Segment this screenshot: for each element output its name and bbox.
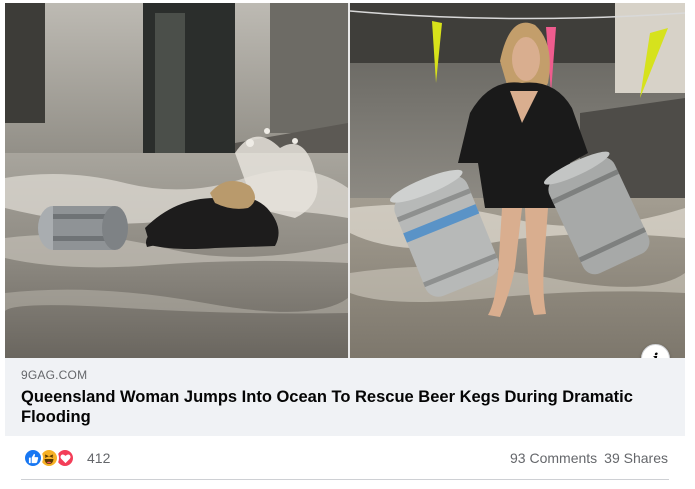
divider bbox=[21, 479, 669, 480]
shares-count[interactable]: 39 Shares bbox=[604, 450, 668, 466]
reactions-bar: 412 93 Comments 39 Shares bbox=[5, 436, 685, 480]
post-stats: 93 Comments 39 Shares bbox=[510, 450, 668, 466]
link-preview[interactable]: 9GAG.COM Queensland Woman Jumps Into Oce… bbox=[5, 358, 685, 436]
reaction-icons[interactable] bbox=[23, 448, 83, 468]
photo-panel-right bbox=[350, 3, 685, 358]
link-domain: 9GAG.COM bbox=[21, 368, 88, 382]
reaction-count[interactable]: 412 bbox=[87, 450, 110, 466]
like-icon bbox=[23, 448, 43, 468]
photo-panel-left bbox=[5, 3, 348, 358]
post-image[interactable]: i bbox=[5, 3, 685, 358]
comments-count[interactable]: 93 Comments bbox=[510, 450, 597, 466]
link-title[interactable]: Queensland Woman Jumps Into Ocean To Res… bbox=[21, 387, 661, 427]
post-card: i 9GAG.COM Queensland Woman Jumps Into O… bbox=[0, 0, 695, 489]
